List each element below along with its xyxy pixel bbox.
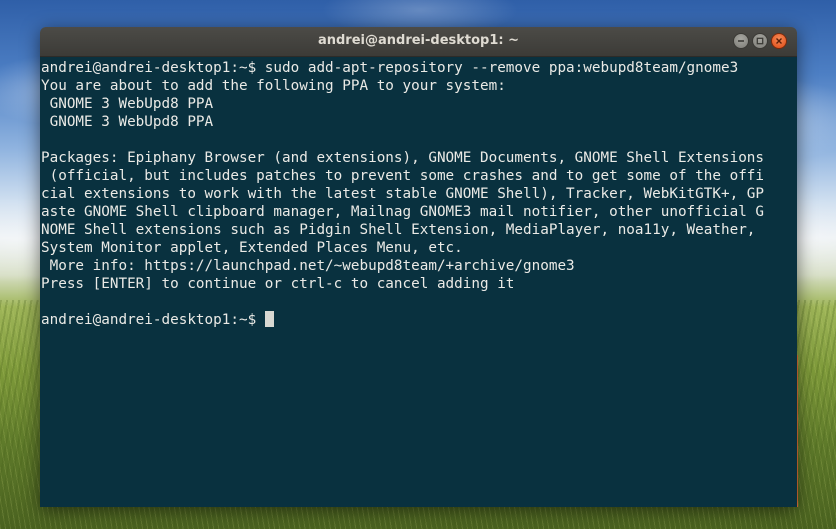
window-controls bbox=[733, 33, 787, 49]
terminal-line: (official, but includes patches to preve… bbox=[41, 168, 765, 184]
maximize-icon bbox=[756, 37, 764, 45]
terminal-line: NOME Shell extensions such as Pidgin She… bbox=[41, 222, 756, 238]
terminal-line: Packages: Epiphany Browser (and extensio… bbox=[41, 150, 765, 166]
terminal-line-instruction: Press [ENTER] to continue or ctrl-c to c… bbox=[41, 276, 515, 292]
terminal-line: You are about to add the following PPA t… bbox=[41, 78, 506, 94]
terminal-prompt: andrei@andrei-desktop1:~$ bbox=[41, 312, 265, 328]
terminal-line: GNOME 3 WebUpd8 PPA bbox=[41, 114, 214, 130]
close-button[interactable] bbox=[771, 33, 787, 49]
terminal-line: System Monitor applet, Extended Places M… bbox=[41, 240, 463, 256]
terminal-cursor[interactable] bbox=[264, 311, 274, 327]
minimize-button[interactable] bbox=[733, 33, 749, 49]
terminal-prompt-line: andrei@andrei-desktop1:~$ bbox=[41, 311, 797, 329]
close-icon bbox=[775, 37, 783, 45]
maximize-button[interactable] bbox=[752, 33, 768, 49]
terminal-window: andrei@andrei-desktop1: ~ andrei@andrei-… bbox=[40, 27, 797, 507]
terminal-line: GNOME 3 WebUpd8 PPA bbox=[41, 96, 214, 112]
terminal-line: aste GNOME Shell clipboard manager, Mail… bbox=[41, 204, 765, 220]
terminal-line: cial extensions to work with the latest … bbox=[41, 186, 765, 202]
terminal-line-more-info: More info: https://launchpad.net/~webupd… bbox=[41, 258, 575, 274]
terminal-line-command: andrei@andrei-desktop1:~$ sudo add-apt-r… bbox=[41, 60, 739, 76]
window-title: andrei@andrei-desktop1: ~ bbox=[317, 33, 520, 48]
window-titlebar[interactable]: andrei@andrei-desktop1: ~ bbox=[40, 27, 797, 57]
terminal-output[interactable]: andrei@andrei-desktop1:~$ sudo add-apt-r… bbox=[40, 57, 797, 507]
minimize-icon bbox=[737, 37, 745, 45]
